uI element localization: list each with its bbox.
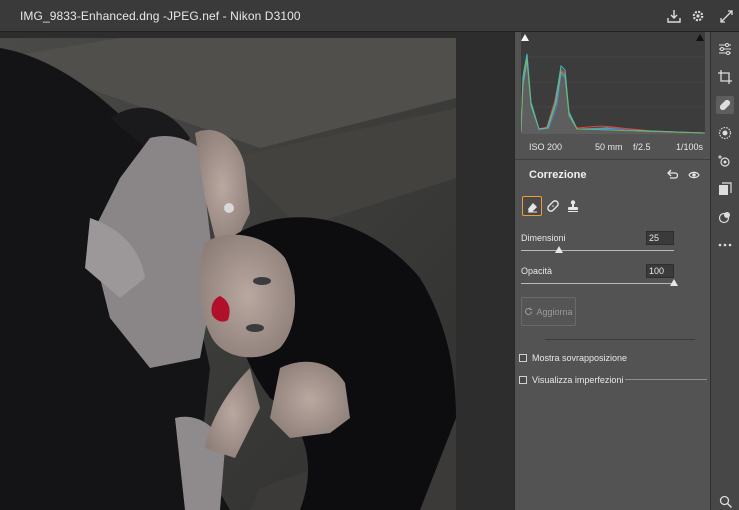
shutter-speed: 1/100s: [676, 142, 704, 152]
fullscreen-icon[interactable]: [717, 7, 735, 25]
iso-value: ISO 200: [529, 142, 563, 152]
overlay-checkbox-row[interactable]: Mostra sovrapposizione: [519, 353, 627, 363]
zoom-search-icon[interactable]: [716, 492, 734, 510]
overlay-checkbox[interactable]: [519, 354, 527, 362]
masking-icon[interactable]: [716, 124, 734, 142]
refresh-button[interactable]: Aggiorna: [521, 297, 576, 326]
photo-preview[interactable]: [0, 38, 456, 510]
presets-icon[interactable]: [716, 180, 734, 198]
visualize-checkbox[interactable]: [519, 376, 527, 384]
opacity-value-field[interactable]: 100: [646, 264, 674, 278]
edit-sliders-icon[interactable]: [716, 40, 734, 58]
visibility-eye-icon[interactable]: [685, 166, 703, 184]
visualize-slider-track[interactable]: [625, 379, 707, 380]
more-options-icon[interactable]: [716, 236, 734, 254]
histogram: [520, 32, 706, 134]
image-canvas[interactable]: [0, 32, 514, 510]
divider: [545, 339, 695, 340]
opacity-slider-track[interactable]: [521, 283, 674, 284]
clone-stamp-icon[interactable]: [563, 196, 583, 216]
panel-title: Correzione: [529, 169, 587, 181]
opacity-slider-knob[interactable]: [670, 279, 678, 286]
refresh-label: Aggiorna: [536, 306, 573, 317]
export-icon[interactable]: [665, 7, 683, 25]
size-slider-knob[interactable]: [555, 246, 564, 253]
opacity-label: Opacità: [521, 266, 553, 276]
exif-info: ISO 200 50 mm f/2.5 1/100s: [515, 140, 711, 156]
window-title: IMG_9833-Enhanced.dng -JPEG.nef - Nikon …: [20, 9, 301, 23]
snapshots-icon[interactable]: [716, 208, 734, 226]
crop-icon[interactable]: [716, 68, 734, 86]
eraser-tool-icon[interactable]: [522, 196, 542, 216]
aperture-value: f/2.5: [633, 142, 651, 152]
overlay-label: Mostra sovrapposizione: [532, 353, 628, 363]
focal-length: 50 mm: [595, 142, 623, 152]
refresh-icon: [525, 307, 533, 315]
healing-bandage-icon[interactable]: [543, 196, 563, 216]
visualize-checkbox-row[interactable]: Visualizza imperfezioni: [519, 375, 623, 385]
tool-strip: [710, 32, 739, 510]
size-slider-track[interactable]: [521, 250, 674, 251]
size-value-field[interactable]: 25: [646, 231, 674, 245]
size-label: Dimensioni: [521, 233, 566, 243]
settings-gear-icon[interactable]: [689, 7, 707, 25]
edit-panel: ISO 200 50 mm f/2.5 1/100s Correzione Di…: [514, 32, 711, 510]
healing-icon[interactable]: [716, 96, 734, 114]
visualize-label: Visualizza imperfezioni: [532, 375, 624, 385]
red-eye-icon[interactable]: [716, 152, 734, 170]
divider: [515, 159, 711, 160]
reset-icon[interactable]: [663, 166, 681, 184]
title-bar: IMG_9833-Enhanced.dng -JPEG.nef - Nikon …: [0, 0, 739, 32]
